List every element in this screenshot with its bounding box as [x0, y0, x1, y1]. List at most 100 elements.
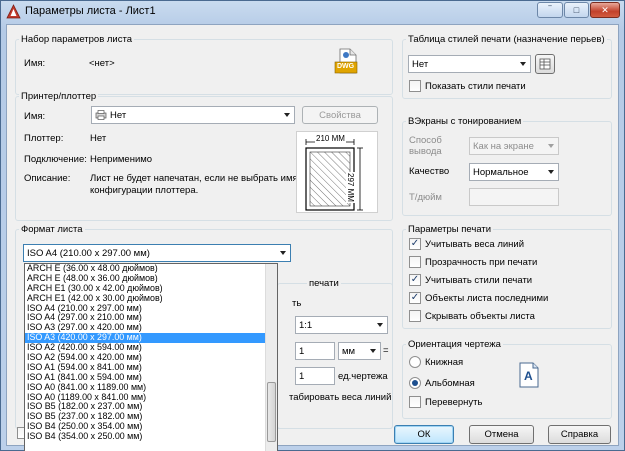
page-setup-group-title: Набор параметров листа — [19, 34, 135, 45]
paper-size-option[interactable]: ARCH E (36.00 x 48.00 дюймов) — [25, 264, 277, 274]
scale-equals-sign: = — [383, 345, 389, 356]
paper-size-option[interactable]: ISO B4 (354.00 x 250.00 мм) — [25, 432, 277, 442]
plotter-value: Нет — [90, 133, 107, 144]
dwg-icon-label: DWG — [337, 63, 355, 70]
edit-plot-style-button[interactable] — [535, 54, 555, 74]
paper-size-option[interactable]: ISO B5 (237.00 x 182.00 мм) — [25, 412, 277, 422]
help-button[interactable]: Справка — [548, 425, 611, 444]
shaded-viewport-group-title: ВЭкраны с тонированием — [406, 116, 524, 127]
scale-lineweights-label: табировать веса линий — [289, 392, 392, 403]
title-bar[interactable]: Параметры листа - Лист1 ‾ □ ✕ — [1, 1, 624, 23]
printer-plotter-group-title: Принтер/плоттер — [19, 91, 99, 102]
cancel-button[interactable]: Отмена — [469, 425, 534, 444]
paper-preview: 210 ММ 297 ММ — [296, 131, 378, 213]
plot-option-label: Учитывать стили печати — [425, 275, 533, 286]
shade-plot-combo[interactable]: Как на экране — [469, 137, 559, 155]
description-line-2: конфигурации плоттера. — [90, 185, 199, 196]
chevron-down-icon — [520, 62, 526, 66]
paper-size-option[interactable]: ISO A1 (594.00 x 841.00 мм) — [25, 363, 277, 373]
upside-down-checkbox[interactable] — [409, 396, 421, 408]
scale-combo[interactable]: 1:1 — [295, 316, 388, 334]
paper-size-option[interactable]: ISO A4 (297.00 x 210.00 мм) — [25, 313, 277, 323]
plot-option-label: Объекты листа последними — [425, 293, 549, 304]
scrollbar-thumb[interactable] — [267, 382, 276, 442]
plot-option-checkbox[interactable]: ✓ — [409, 274, 421, 286]
ok-button[interactable]: ОК — [394, 425, 454, 444]
paper-size-option[interactable]: ISO A4 (210.00 x 297.00 мм) — [25, 304, 277, 314]
plotter-name-value: Нет — [110, 109, 127, 121]
properties-button[interactable]: Свойства — [302, 106, 378, 124]
plot-style-combo[interactable]: Нет — [408, 55, 531, 73]
paper-size-option[interactable]: ISO A0 (1189.00 x 841.00 мм) — [25, 393, 277, 403]
printer-icon — [95, 110, 107, 120]
quality-label: Качество — [409, 166, 450, 177]
page-setup-name-label: Имя: — [24, 58, 46, 69]
preview-width-label: 210 ММ — [315, 134, 346, 143]
dwg-file-icon: DWG — [334, 48, 358, 76]
fit-to-paper-label: ть — [292, 298, 302, 309]
plot-option-checkbox[interactable] — [409, 310, 421, 322]
plot-option-label: Прозрачность при печати — [425, 257, 538, 268]
plot-option-checkbox[interactable] — [409, 256, 421, 268]
minimize-button[interactable]: ‾ — [537, 2, 563, 18]
page-setup-name-value: <нет> — [89, 58, 115, 69]
maximize-button[interactable]: □ — [564, 2, 589, 18]
landscape-radio[interactable] — [409, 377, 421, 389]
dpi-input[interactable] — [469, 188, 559, 206]
dialog-client-area: Набор параметров листа Имя: <нет> DWG Пр… — [6, 24, 619, 451]
scale-unit-value: мм — [342, 345, 356, 357]
autocad-app-icon[interactable] — [6, 4, 21, 19]
plotter-name-combo[interactable]: Нет — [91, 106, 295, 124]
shade-plot-label-line2: вывода — [409, 146, 442, 157]
plot-option-checkbox[interactable]: ✓ — [409, 238, 421, 250]
dropdown-scrollbar[interactable] — [265, 264, 277, 451]
paper-size-dropdown-list[interactable]: ARCH E (36.00 x 48.00 дюймов) ARCH E (48.… — [24, 263, 278, 451]
edit-table-icon — [539, 58, 551, 70]
paper-size-selected: ISO A4 (210.00 x 297.00 мм) — [27, 247, 150, 259]
portrait-label: Книжная — [425, 357, 464, 368]
scale-mm-input[interactable]: 1 — [295, 342, 335, 360]
paper-size-option[interactable]: ISO A2 (420.00 x 594.00 мм) — [25, 343, 277, 353]
show-plot-styles-label: Показать стили печати — [425, 81, 526, 92]
shade-plot-label-line1: Способ — [409, 135, 442, 146]
dpi-label: Т/дюйм — [409, 192, 442, 203]
scale-mm-value: 1 — [299, 345, 305, 357]
paper-size-option[interactable]: ISO A1 (841.00 x 594.00 мм) — [25, 373, 277, 383]
description-label: Описание: — [24, 173, 71, 184]
paper-size-option[interactable]: ISO B5 (182.00 x 237.00 мм) — [25, 402, 277, 412]
paper-size-options: ARCH E (36.00 x 48.00 дюймов) ARCH E (48.… — [25, 264, 277, 442]
preview-height-label: 297 ММ — [346, 172, 355, 203]
portrait-radio[interactable] — [409, 356, 421, 368]
plot-option-label: Учитывать веса линий — [425, 239, 525, 250]
paper-size-option[interactable]: ARCH E1 (30.00 x 42.00 дюймов) — [25, 284, 277, 294]
checkmark-icon: ✓ — [410, 292, 420, 303]
paper-size-option[interactable]: ISO B4 (250.00 x 354.00 мм) — [25, 422, 277, 432]
paper-size-option[interactable]: ISO A2 (594.00 x 420.00 мм) — [25, 353, 277, 363]
paper-size-option[interactable]: ISO A0 (841.00 x 1189.00 мм) — [25, 383, 277, 393]
plotter-label: Плоттер: — [24, 133, 64, 144]
paper-size-option[interactable]: ISO A3 (420.00 x 297.00 мм) — [25, 333, 277, 344]
quality-value: Нормальное — [473, 166, 529, 178]
chevron-down-icon — [370, 349, 376, 353]
plot-option-label: Скрывать объекты листа — [425, 311, 535, 322]
paper-size-option[interactable]: ARCH E1 (42.00 x 30.00 дюймов) — [25, 294, 277, 304]
quality-combo[interactable]: Нормальное — [469, 163, 559, 181]
connection-label: Подключение: — [24, 154, 87, 165]
scale-unit-combo[interactable]: мм — [338, 342, 381, 360]
plot-scale-group-title: печати — [307, 278, 341, 289]
plot-option-checkbox[interactable]: ✓ — [409, 292, 421, 304]
paper-preview-drawing — [305, 139, 363, 211]
scale-units-input[interactable]: 1 — [295, 367, 335, 385]
window-title: Параметры листа - Лист1 — [25, 5, 156, 17]
show-plot-styles-checkbox[interactable] — [409, 80, 421, 92]
paper-size-option[interactable]: ISO A3 (297.00 x 420.00 мм) — [25, 323, 277, 333]
close-button[interactable]: ✕ — [590, 2, 620, 18]
paper-size-option[interactable]: ARCH E (48.00 x 36.00 дюймов) — [25, 274, 277, 284]
orientation-preview-icon: A — [518, 362, 540, 388]
orientation-icon-letter: A — [524, 369, 533, 383]
paper-size-group-title: Формат листа — [19, 224, 85, 235]
paper-size-combo[interactable]: ISO A4 (210.00 x 297.00 мм) — [23, 244, 291, 262]
checkmark-icon: ✓ — [410, 238, 420, 249]
landscape-label: Альбомная — [425, 378, 475, 389]
chevron-down-icon — [548, 144, 554, 148]
